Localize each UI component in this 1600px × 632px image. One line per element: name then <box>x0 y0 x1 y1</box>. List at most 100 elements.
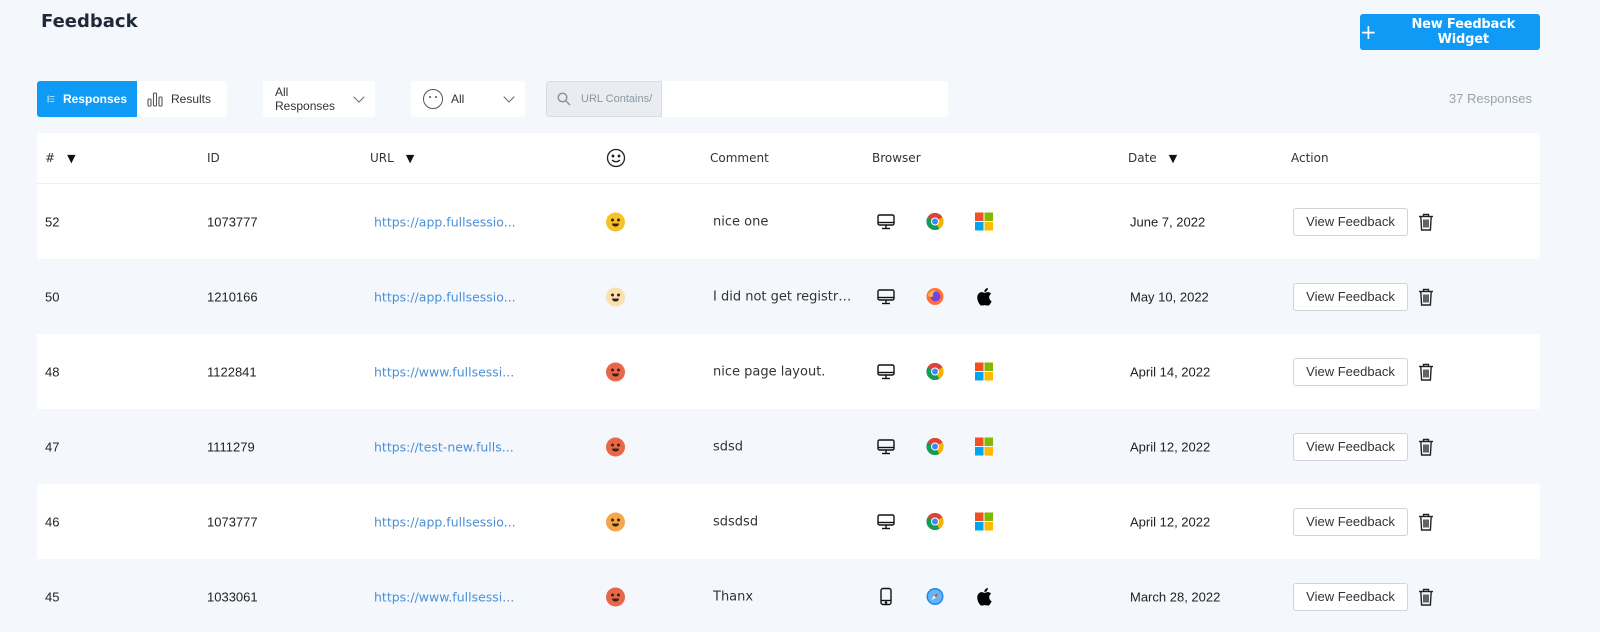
mood-filter-value: All <box>451 92 465 106</box>
table-header: # ▼ ID URL ▼ Comment Browser Date ▼ Action <box>37 133 1540 184</box>
view-feedback-button[interactable]: View Feedback <box>1293 507 1408 536</box>
desktop-icon <box>875 436 897 458</box>
row-id: 1073777 <box>207 514 258 529</box>
new-feedback-widget-label: New Feedback Widget <box>1411 17 1516 47</box>
row-number: 48 <box>45 364 60 379</box>
row-actions: View Feedback <box>1293 582 1434 611</box>
row-number: 47 <box>45 439 60 454</box>
row-number: 46 <box>45 514 60 529</box>
desktop-icon <box>875 361 897 383</box>
row-id: 1122841 <box>207 364 257 379</box>
tab-results[interactable]: Results <box>137 81 227 117</box>
row-id: 1210166 <box>207 289 258 304</box>
row-date: April 14, 2022 <box>1130 364 1211 379</box>
tab-responses[interactable]: Responses <box>37 81 137 117</box>
url-search-prefix: URL Contains/ <box>546 81 662 117</box>
mood-filter-select[interactable]: All <box>411 81 525 117</box>
response-filter-select[interactable]: All Responses <box>263 81 375 117</box>
row-comment: Thanx <box>713 589 754 604</box>
feedback-table: # ▼ ID URL ▼ Comment Browser Date ▼ Action … <box>37 133 1540 632</box>
row-id: 1111279 <box>207 439 255 454</box>
chrome-icon <box>924 510 946 533</box>
column-header-id: ID <box>207 151 220 165</box>
column-header-comment: Comment <box>710 151 769 165</box>
view-feedback-button[interactable]: View Feedback <box>1293 582 1408 611</box>
row-actions: View Feedback <box>1293 282 1434 311</box>
mood-happy-emoji-icon <box>606 212 625 231</box>
view-feedback-button[interactable]: View Feedback <box>1293 207 1408 236</box>
table-body: 52 1073777 https://app.fullsessio... nic… <box>37 184 1540 632</box>
table-row: 45 1033061 https://www.fullsessi... Than… <box>37 559 1540 632</box>
row-number: 52 <box>45 214 60 229</box>
page-title: Feedback <box>41 11 138 32</box>
row-id: 1033061 <box>207 589 258 604</box>
url-search: URL Contains/ <box>546 81 948 117</box>
table-row: 50 1210166 https://app.fullsessio... I d… <box>37 259 1540 334</box>
table-row: 47 1111279 https://test-new.fulls... sds… <box>37 409 1540 484</box>
row-comment: nice one <box>713 214 769 229</box>
row-date: March 28, 2022 <box>1130 589 1221 604</box>
table-row: 52 1073777 https://app.fullsessio... nic… <box>37 184 1540 259</box>
windows-icon <box>973 360 995 383</box>
url-search-input[interactable] <box>662 81 948 117</box>
row-url-link[interactable]: https://test-new.fulls... <box>374 439 514 454</box>
row-actions: View Feedback <box>1293 357 1434 386</box>
column-header-date[interactable]: Date ▼ <box>1128 151 1177 165</box>
desktop-icon <box>875 286 897 308</box>
row-number: 45 <box>45 589 60 604</box>
row-date: April 12, 2022 <box>1130 514 1211 529</box>
trash-icon[interactable] <box>1418 363 1434 381</box>
row-actions: View Feedback <box>1293 207 1434 236</box>
firefox-icon <box>924 285 946 308</box>
new-feedback-widget-button[interactable]: + New Feedback Widget <box>1360 14 1540 50</box>
list-icon <box>47 95 55 103</box>
windows-icon <box>973 510 995 533</box>
row-comment: sdsdsd <box>713 514 759 529</box>
mobile-icon <box>875 585 897 608</box>
search-icon <box>557 92 571 106</box>
row-actions: View Feedback <box>1293 432 1434 461</box>
column-header-url[interactable]: URL ▼ <box>370 151 414 165</box>
bar-chart-icon <box>147 92 163 107</box>
mood-angry-emoji-icon <box>606 587 625 606</box>
chrome-icon <box>924 435 946 458</box>
neutral-face-icon <box>423 89 443 109</box>
response-count: 37 Responses <box>1448 91 1532 106</box>
response-filter-value: All Responses <box>275 85 336 113</box>
view-feedback-button[interactable]: View Feedback <box>1293 357 1408 386</box>
row-actions: View Feedback <box>1293 507 1434 536</box>
tab-responses-label: Responses <box>62 92 127 106</box>
sort-down-icon: ▼ <box>1168 151 1178 165</box>
trash-icon[interactable] <box>1418 288 1434 306</box>
sort-down-icon: ▼ <box>405 151 415 165</box>
column-header-action: Action <box>1291 151 1329 165</box>
chrome-icon <box>924 360 946 383</box>
row-date: May 10, 2022 <box>1130 289 1209 304</box>
apple-icon <box>973 285 995 308</box>
row-url-link[interactable]: https://app.fullsessio... <box>374 214 516 229</box>
column-header-number[interactable]: # ▼ <box>45 151 76 165</box>
tab-results-label: Results <box>171 92 212 106</box>
view-feedback-button[interactable]: View Feedback <box>1293 432 1408 461</box>
row-date: June 7, 2022 <box>1130 214 1206 229</box>
row-url-link[interactable]: https://www.fullsessi... <box>374 364 514 379</box>
row-date: April 12, 2022 <box>1130 439 1211 454</box>
table-row: 48 1122841 https://www.fullsessi... nice… <box>37 334 1540 409</box>
trash-icon[interactable] <box>1418 438 1434 456</box>
plus-icon: + <box>1360 20 1377 44</box>
desktop-icon <box>875 511 897 533</box>
view-feedback-button[interactable]: View Feedback <box>1293 282 1408 311</box>
column-header-mood <box>606 148 626 168</box>
row-comment: sdsd <box>713 439 744 454</box>
row-url-link[interactable]: https://www.fullsessi... <box>374 589 514 604</box>
trash-icon[interactable] <box>1418 213 1434 231</box>
row-url-link[interactable]: https://app.fullsessio... <box>374 514 516 529</box>
row-url-link[interactable]: https://app.fullsessio... <box>374 289 516 304</box>
mood-meh-emoji-icon <box>606 512 625 531</box>
smiley-icon <box>606 148 626 168</box>
chrome-icon <box>924 210 946 233</box>
trash-icon[interactable] <box>1418 513 1434 531</box>
view-toggle: Responses Results <box>37 81 227 117</box>
table-row: 46 1073777 https://app.fullsessio... sds… <box>37 484 1540 559</box>
trash-icon[interactable] <box>1418 588 1434 606</box>
